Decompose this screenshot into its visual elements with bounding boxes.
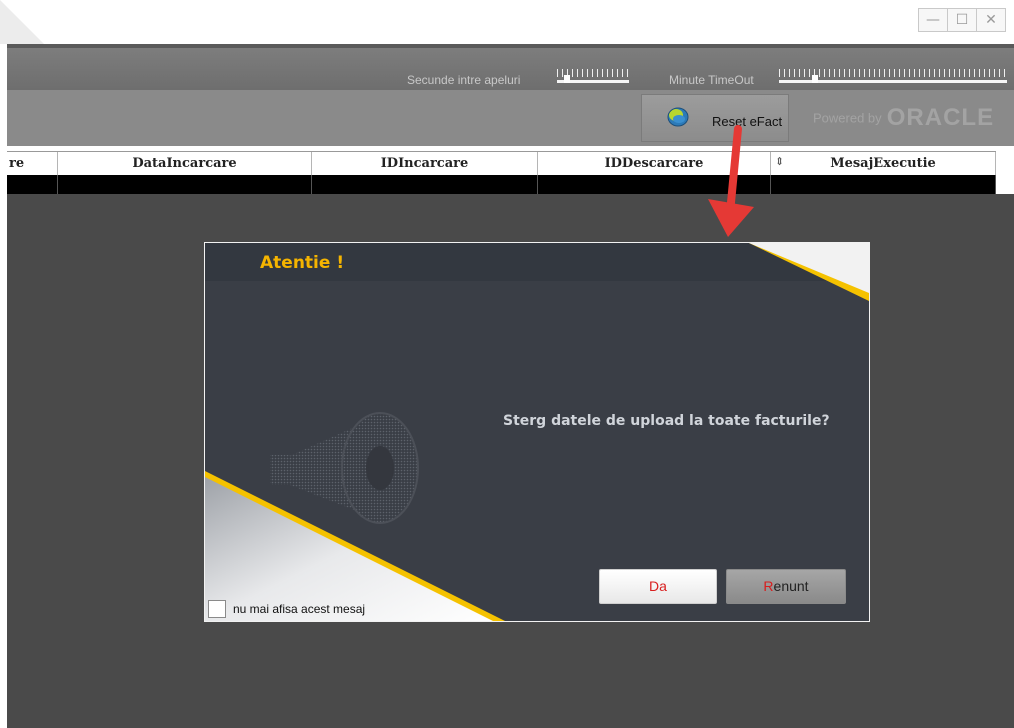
timeout-slider[interactable] bbox=[779, 69, 1007, 87]
powered-by-oracle: Powered by ORACLE bbox=[813, 104, 994, 132]
column-header-mesajexecutie[interactable]: ⇕ MesajExecutie bbox=[771, 152, 996, 175]
app-corner-logo bbox=[0, 0, 44, 44]
globe-icon bbox=[667, 107, 689, 127]
settings-bar: Secunde intre apeluri Minute TimeOut bbox=[7, 44, 1014, 90]
powered-by-text: Powered by bbox=[813, 110, 882, 126]
toolbar: Reset eFact Powered by ORACLE bbox=[7, 90, 1014, 146]
cancel-label-rest: enunt bbox=[773, 578, 809, 594]
dialog-message: Sterg datele de upload la toate facturil… bbox=[503, 413, 830, 429]
confirmation-dialog: Atentie ! Sterg datele de upload la toat… bbox=[204, 242, 870, 622]
cancel-button[interactable]: Renunt bbox=[726, 569, 846, 604]
interval-slider[interactable] bbox=[557, 69, 629, 87]
column-header-idincarcare[interactable]: IDIncarcare bbox=[312, 152, 538, 175]
window-controls: — ☐ ✕ bbox=[918, 8, 1006, 32]
table-cell[interactable] bbox=[312, 175, 538, 194]
column-header-mesajexecutie-label: MesajExecutie bbox=[830, 156, 936, 171]
corner-decoration bbox=[749, 243, 869, 301]
column-header-dataincarcare[interactable]: DataIncarcare bbox=[58, 152, 312, 175]
table-cell[interactable] bbox=[58, 175, 312, 194]
dont-show-checkbox[interactable] bbox=[208, 600, 226, 618]
dialog-title: Atentie ! bbox=[260, 253, 345, 273]
table-cell[interactable] bbox=[7, 175, 58, 194]
grid-header: re DataIncarcare IDIncarcare IDDescarcar… bbox=[7, 151, 996, 175]
interval-label: Secunde intre apeluri bbox=[407, 73, 521, 87]
annotation-arrow-icon bbox=[708, 125, 754, 237]
title-bar: — ☐ ✕ bbox=[0, 0, 1014, 44]
interval-slider-thumb[interactable] bbox=[564, 75, 570, 83]
oracle-logo: ORACLE bbox=[886, 104, 995, 131]
timeout-label: Minute TimeOut bbox=[669, 73, 754, 87]
table-cell[interactable] bbox=[771, 175, 996, 194]
close-button[interactable]: ✕ bbox=[976, 8, 1006, 32]
left-border bbox=[0, 44, 7, 728]
timeout-slider-thumb[interactable] bbox=[812, 75, 818, 83]
cancel-hotkey-letter: R bbox=[763, 578, 774, 594]
column-header-re[interactable]: re bbox=[7, 152, 58, 175]
corner-decoration bbox=[205, 471, 505, 621]
table-row[interactable] bbox=[7, 175, 996, 194]
sort-icon[interactable]: ⇕ bbox=[775, 155, 784, 168]
maximize-button[interactable]: ☐ bbox=[947, 8, 977, 32]
dont-show-label[interactable]: nu mai afisa acest mesaj bbox=[233, 602, 365, 616]
minimize-button[interactable]: — bbox=[918, 8, 948, 32]
yes-button[interactable]: Da bbox=[599, 569, 717, 604]
